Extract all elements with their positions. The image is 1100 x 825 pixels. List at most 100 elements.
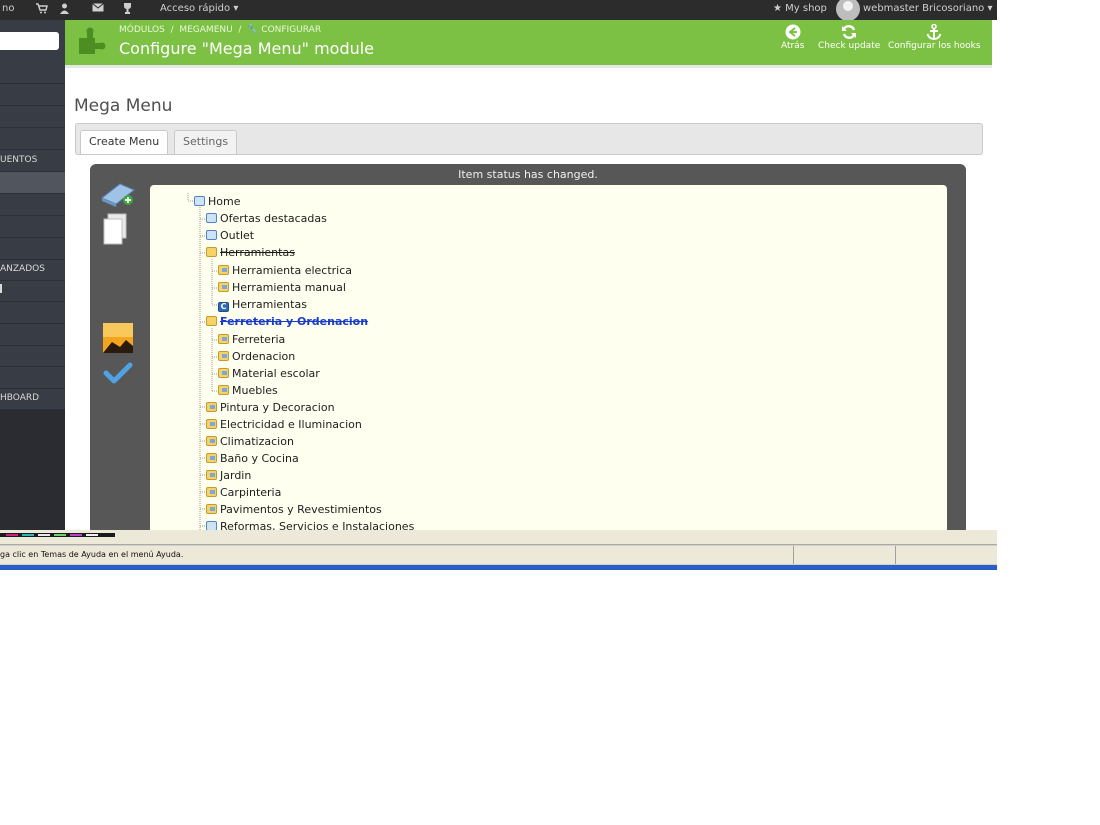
tree-item[interactable]: Material escolar — [218, 367, 320, 383]
folder-page-icon — [206, 402, 217, 412]
sidebar-item[interactable] — [0, 216, 65, 238]
tree-item-label: Ferreteria y Ordenacion — [220, 315, 369, 328]
tree-item[interactable]: Herramienta electrica — [218, 264, 352, 280]
star-icon: ★ — [773, 3, 782, 14]
tree-item[interactable]: Herramienta manual — [218, 281, 346, 297]
tree-item-disabled[interactable]: Herramientas — [206, 246, 295, 262]
tree-item-home[interactable]: Home — [194, 195, 240, 211]
quick-access-menu[interactable]: Acceso rápido ▾ — [160, 3, 238, 14]
sidebar-item[interactable] — [0, 106, 65, 128]
tree-item-label: Material escolar — [232, 367, 320, 380]
tree-item[interactable]: Jardin — [206, 469, 251, 485]
sidebar-item[interactable] — [0, 84, 65, 106]
tab-create-menu[interactable]: Create Menu — [80, 130, 169, 154]
tree-item[interactable]: Pavimentos y Revestimientos — [206, 503, 382, 519]
image-icon[interactable] — [98, 322, 138, 356]
wrench-icon: 🔧 — [247, 25, 259, 35]
windows-status-bar: ga clic en Temas de Ayuda en el menú Ayu… — [0, 530, 997, 570]
status-message: Item status has changed. — [458, 168, 598, 181]
tree-item-label: Jardin — [220, 469, 252, 482]
tree-item-label: Outlet — [220, 229, 255, 242]
topbar-left-label: no — [2, 3, 15, 14]
editor-toolbar — [98, 178, 138, 386]
tree-item[interactable]: Electricidad e Iluminacion — [206, 418, 362, 434]
tab-bar: Create Menu Settings — [75, 123, 983, 155]
tree-item[interactable]: Climatizacion — [206, 435, 294, 451]
sidebar-item[interactable] — [0, 62, 65, 84]
page-icon — [206, 213, 217, 223]
tree-item[interactable]: Pintura y Decoracion — [206, 401, 335, 417]
tree-item[interactable]: Ofertas destacadas — [206, 212, 327, 228]
sidebar-item-avanzados[interactable]: ANZADOS — [0, 259, 65, 281]
tree-item-label: Herramienta manual — [232, 281, 346, 294]
tree-item[interactable]: Carpinteria — [206, 486, 281, 502]
tree-item-label: Herramientas — [232, 298, 307, 311]
sidebar-item[interactable] — [0, 367, 65, 389]
tree-item[interactable]: C Herramientas — [218, 298, 307, 314]
check-update-button[interactable]: Check update — [818, 24, 880, 51]
user-menu[interactable]: webmaster Bricosoriano ▾ — [863, 3, 993, 14]
status-bar-divider — [793, 546, 794, 564]
folder-page-icon — [218, 368, 229, 378]
checkmark-icon[interactable] — [98, 360, 138, 386]
sidebar-search-input[interactable] — [0, 32, 59, 50]
tree-item[interactable]: Muebles — [218, 384, 278, 400]
folder-page-icon — [206, 419, 217, 429]
customer-icon[interactable] — [60, 3, 69, 17]
sidebar-item-active[interactable] — [0, 172, 65, 194]
tree-item-label: Muebles — [232, 384, 278, 397]
user-name: webmaster Bricosoriano — [863, 3, 985, 14]
sidebar-item-label: ANZADOS — [0, 264, 45, 274]
my-shop-link[interactable]: ★ My shop — [773, 3, 827, 14]
sidebar-item[interactable] — [0, 302, 65, 324]
tree-item-label: Herramientas — [220, 246, 295, 259]
sidebar-item[interactable] — [0, 280, 65, 302]
add-item-icon[interactable] — [98, 178, 138, 208]
breadcrumb-megamenu[interactable]: MEGAMENU — [179, 25, 232, 35]
cart-icon[interactable] — [36, 3, 48, 17]
folder-page-icon — [206, 504, 217, 514]
configure-hooks-button[interactable]: Configurar los hooks — [888, 24, 981, 51]
category-icon: C — [218, 302, 229, 312]
envelope-icon[interactable] — [92, 3, 104, 15]
folder-page-icon — [206, 487, 217, 497]
sidebar-item-descuentos[interactable]: UENTOS — [0, 150, 65, 172]
taskbar-edge — [0, 565, 997, 570]
tree-item-selected[interactable]: Ferreteria y Ordenacion — [206, 315, 368, 331]
tree-item[interactable]: Outlet — [206, 229, 254, 245]
color-swatches — [0, 533, 115, 537]
tree-item-label: Electricidad e Iluminacion — [220, 418, 362, 431]
copy-icon[interactable] — [98, 212, 138, 246]
avatar[interactable] — [836, 0, 860, 21]
breadcrumb-modules[interactable]: MÓDULOS — [119, 25, 165, 35]
folder-page-icon — [206, 436, 217, 446]
page-icon — [206, 521, 217, 530]
tree-item-label: Herramienta electrica — [232, 264, 353, 277]
tree-item[interactable]: Ordenacion — [218, 350, 295, 366]
tree-item[interactable]: Reformas, Servicios e Instalaciones — [206, 520, 414, 530]
sidebar-item[interactable] — [0, 194, 65, 216]
tree-item-label: Climatizacion — [220, 435, 294, 448]
main-content: Mega Menu Create Menu Settings Item stat… — [65, 68, 992, 530]
module-header: MÓDULOS / MEGAMENU / 🔧 CONFIGURAR Config… — [65, 20, 992, 68]
sidebar-item[interactable] — [0, 128, 65, 150]
page-icon — [194, 196, 205, 206]
sidebar-item-label: HBOARD — [0, 393, 40, 403]
trophy-icon[interactable] — [122, 3, 133, 17]
tab-settings[interactable]: Settings — [174, 130, 238, 154]
sidebar-item-dashboard[interactable]: HBOARD — [0, 388, 65, 410]
color-palette-strip — [0, 530, 997, 545]
folder-page-icon — [218, 385, 229, 395]
tree-item-label: Ferreteria — [232, 333, 286, 346]
back-button[interactable]: Atrás — [781, 24, 804, 51]
check-update-label: Check update — [818, 41, 881, 51]
tree-item[interactable]: Ferreteria — [218, 333, 285, 349]
tree-item[interactable]: Baño y Cocina — [206, 452, 299, 468]
anchor-icon — [926, 24, 942, 40]
sidebar-item[interactable] — [0, 238, 65, 260]
folder-page-icon — [218, 334, 229, 344]
tree-item-label: Baño y Cocina — [220, 452, 299, 465]
sidebar-item[interactable] — [0, 345, 65, 367]
breadcrumb: MÓDULOS / MEGAMENU / 🔧 CONFIGURAR — [119, 25, 322, 35]
sidebar-item[interactable] — [0, 324, 65, 346]
